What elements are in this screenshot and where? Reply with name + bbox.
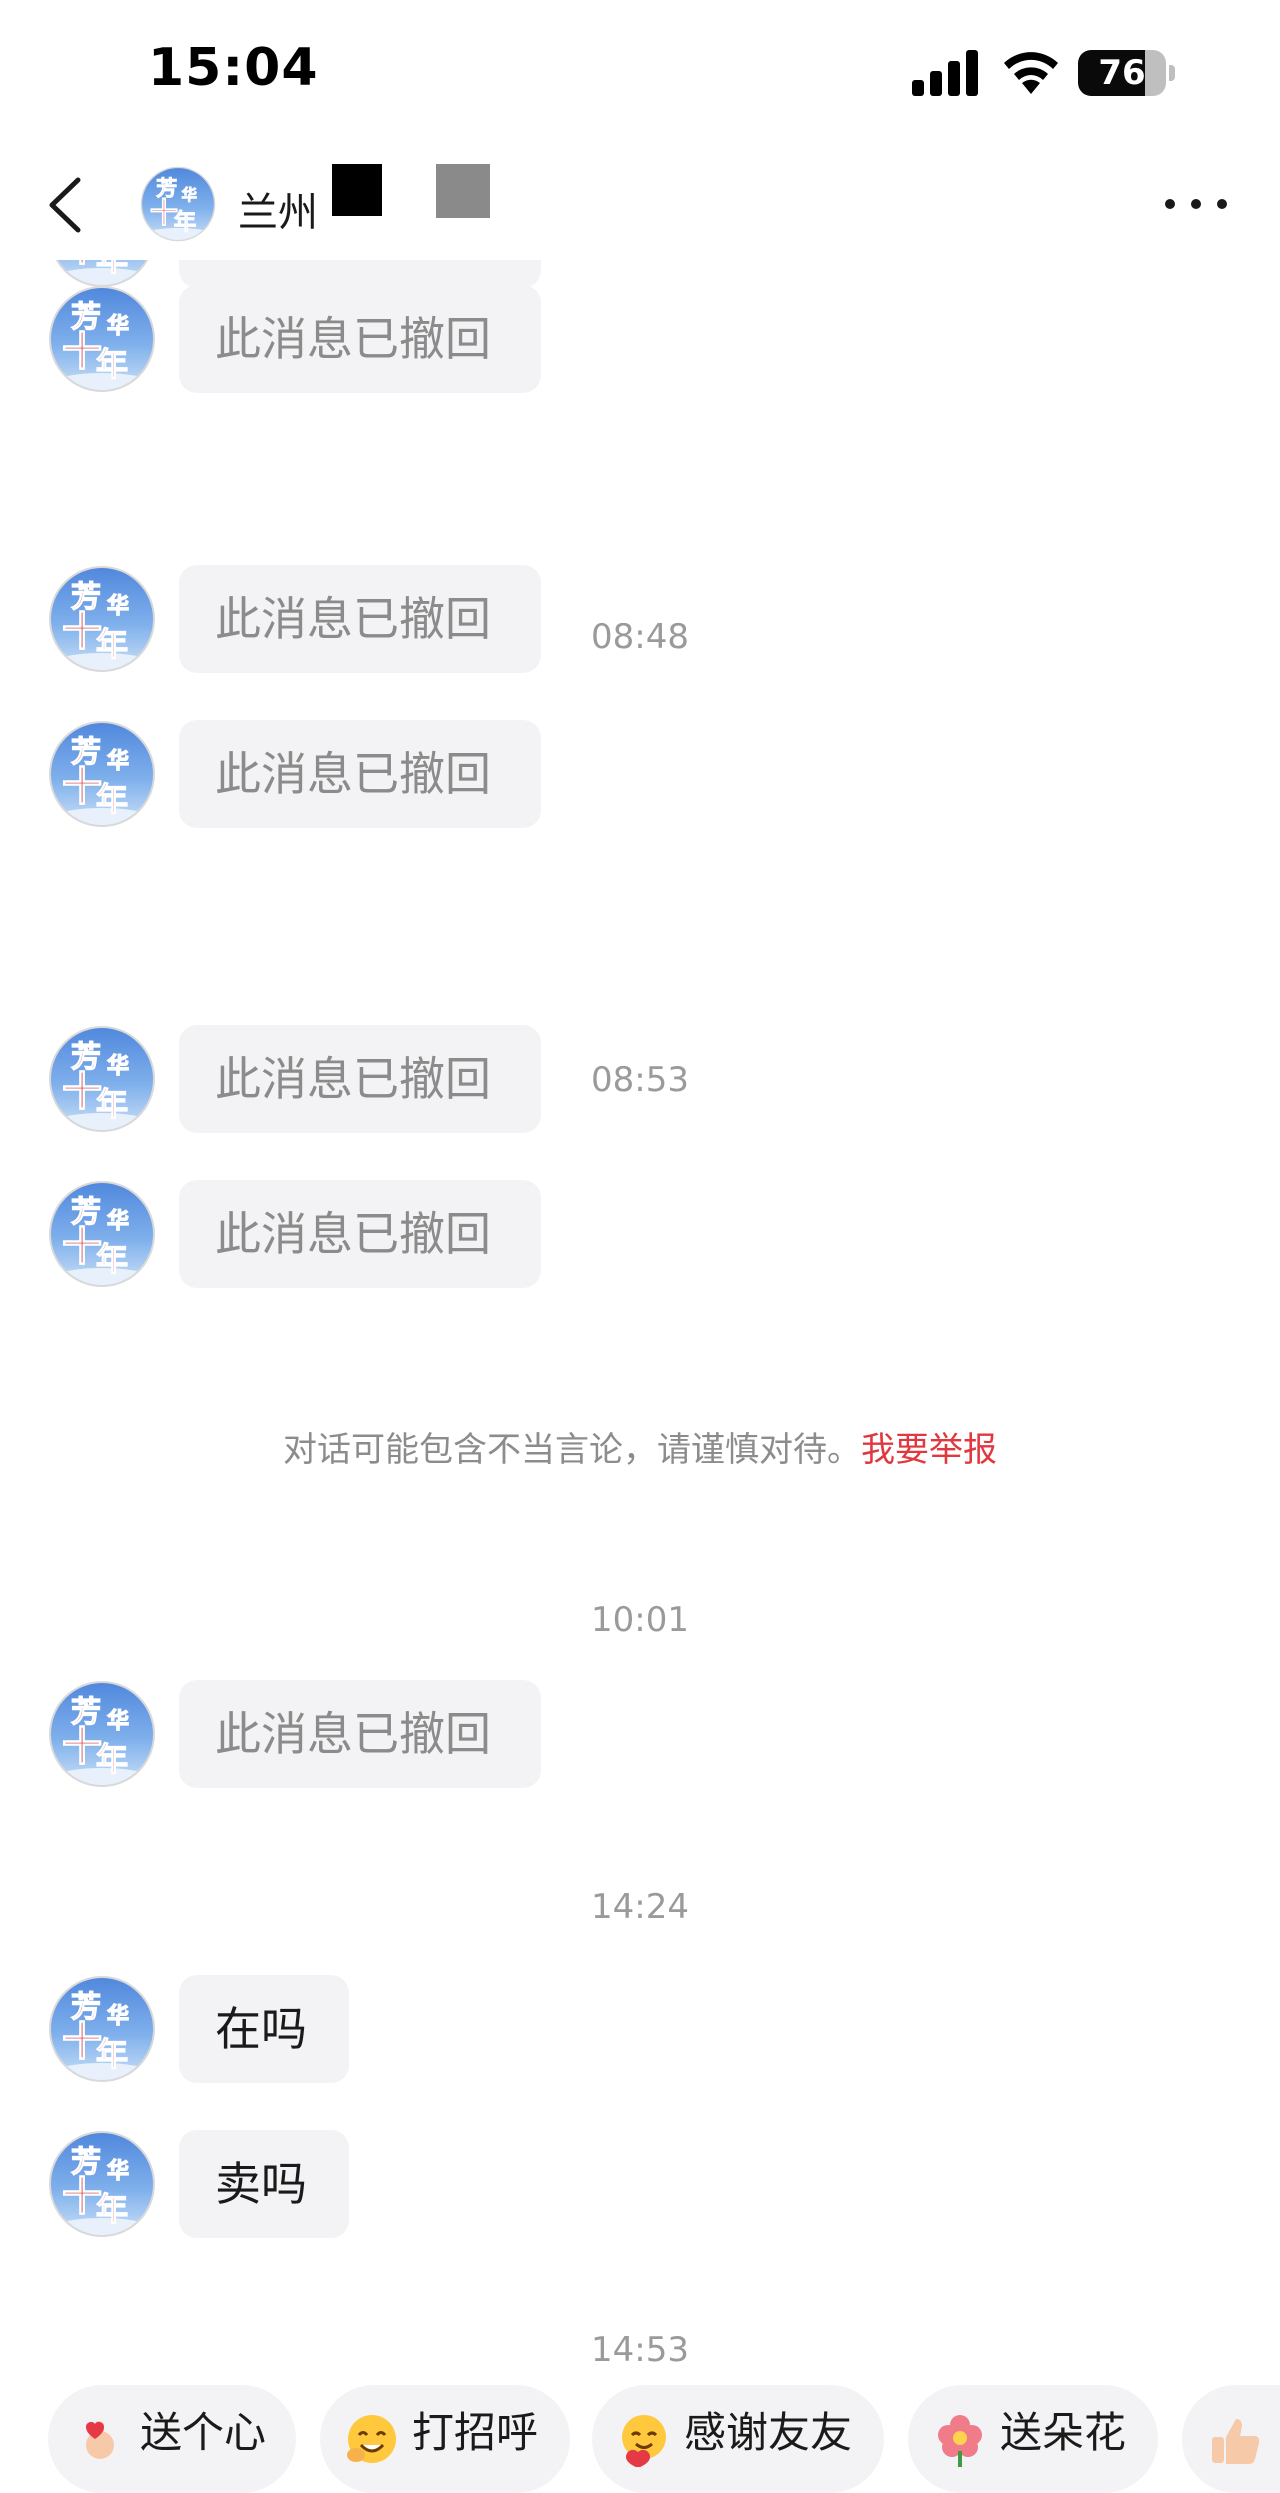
avatar-logo-text: 华 [107,593,129,619]
back-arrow-icon[interactable] [40,172,100,238]
avatar-logo-text: 年 [96,625,128,663]
avatar-logo-text: 华 [107,1708,129,1734]
avatar-logo-text: 年 [96,780,128,818]
sender-avatar[interactable]: 芳华十年 [48,1975,156,2083]
recalled-message-bubble[interactable]: 此消息已撤回 [179,720,541,828]
avatar-logo-text: 华 [107,1208,129,1234]
contact-name[interactable]: 兰州 [238,180,318,238]
avatar-logo-text: 年 [96,2190,128,2228]
sender-avatar[interactable]: 芳华十年 [48,720,156,828]
avatar-logo-text: 年 [96,345,128,383]
thumbs-up-icon [1212,2419,1260,2464]
avatar-logo-text: 华 [107,313,129,339]
avatar-logo-text: 年 [174,208,197,235]
quick-reply-chip[interactable] [1182,2385,1280,2493]
recalled-message-bubble[interactable]: 此消息已撤回 [179,285,541,393]
status-bar: 15:04 76 [0,0,1280,150]
sender-avatar[interactable]: 芳华十年 [48,565,156,673]
recalled-message-bubble[interactable]: 此消息已撤回 [179,565,541,673]
avatar-logo-text: 年 [96,1085,128,1123]
message-bubble[interactable]: 卖吗 [179,2130,349,2238]
recalled-message-bubble[interactable]: 此消息已撤回 [179,260,541,288]
signal-icon [912,50,978,96]
sender-avatar[interactable]: 芳华十年 [48,1025,156,1133]
avatar-logo-text: 华 [107,2003,129,2029]
quick-reply-label: 送个心 [140,2408,267,2457]
quick-reply-label: 打招呼 [412,2408,539,2457]
avatar-logo-text: 华 [107,1053,129,1079]
safety-warning: 对话可能包含不当言论，请谨慎对待。我要举报 [0,1422,1280,1471]
recalled-message-bubble[interactable]: 此消息已撤回 [179,1025,541,1133]
greeting-face-icon [347,2415,396,2463]
quick-reply-label: 送朵花 [1000,2408,1127,2457]
message-list[interactable]: 芳华十年此消息已撤回芳华十年此消息已撤回08:48芳华十年此消息已撤回芳华十年此… [0,260,1280,2370]
battery-icon: 76 [1078,50,1176,96]
avatar-logo-text: 年 [96,1240,128,1278]
sender-avatar[interactable]: 芳华十年 [48,1180,156,1288]
quick-reply-chip[interactable]: 打招呼 [320,2385,570,2493]
quick-reply-chip[interactable]: 感谢友友 [592,2385,884,2493]
battery-level: 76 [1098,53,1146,93]
sender-avatar[interactable]: 芳华十年 [48,1680,156,1788]
hug-face-icon [622,2415,666,2467]
message-timestamp: 10:01 [591,1600,689,1640]
warning-text: 对话可能包含不当言论，请谨慎对待。 [283,1430,861,1470]
chat-header: 芳华十年 兰州 [0,150,1280,260]
quick-reply-chip[interactable]: 送个心 [48,2385,296,2493]
message-timestamp: 14:24 [591,1887,689,1927]
avatar-logo-text: 华 [182,185,197,204]
sender-avatar[interactable]: 芳华十年 [48,260,156,288]
recalled-message-bubble[interactable]: 此消息已撤回 [179,1180,541,1288]
flower-icon [938,2415,982,2467]
sender-avatar[interactable]: 芳华十年 [48,2130,156,2238]
contact-avatar[interactable]: 芳华十年 [140,166,216,242]
avatar-image: 芳华十年 [140,166,216,242]
avatar-logo-text: 年 [96,1740,128,1778]
quick-reply-label: 感谢友友 [684,2408,853,2457]
sender-avatar[interactable]: 芳华十年 [48,285,156,393]
redaction-block [436,164,490,218]
heart-hand-icon [86,2421,114,2459]
recalled-message-bubble[interactable]: 此消息已撤回 [179,1680,541,1788]
avatar-logo-text: 年 [96,2035,128,2073]
report-link[interactable]: 我要举报 [861,1430,997,1470]
message-timestamp: 14:53 [591,2330,689,2370]
avatar-logo-text: 年 [96,260,128,278]
quick-reply-bar: 送个心 打招呼 感谢友友 送朵花 [0,2385,1280,2493]
message-bubble[interactable]: 在吗 [179,1975,349,2083]
status-time: 15:04 [148,38,319,98]
more-dots-icon[interactable] [1160,184,1232,224]
wifi-icon [1004,52,1058,94]
quick-reply-chip[interactable]: 送朵花 [908,2385,1158,2493]
avatar-logo-text: 华 [107,2158,129,2184]
redaction-block [332,164,382,216]
avatar-logo-text: 华 [107,748,129,774]
